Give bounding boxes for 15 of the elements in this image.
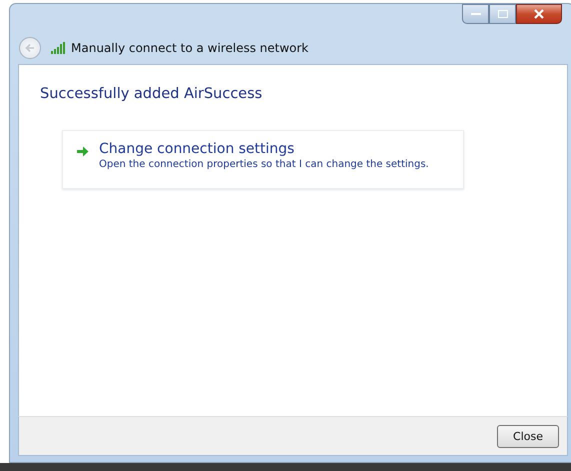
maximize-button[interactable] [489,4,516,24]
main-instruction: Successfully added AirSuccess [40,86,262,102]
command-link[interactable]: Change connection settings Open the connection properties so that I can change the settings. [62,130,464,189]
close-icon [534,9,544,19]
close-button[interactable] [516,4,562,24]
minimize-button[interactable] [462,4,489,24]
back-arrow-icon [24,42,36,54]
maximize-icon [498,10,508,18]
command-link-title: Change connection settings [99,141,296,157]
arrow-icon [77,146,89,157]
minimize-icon [470,12,480,16]
command-link-description: Open the connection properties so that I can change the settings. [99,159,429,170]
close-dialog-button[interactable]: Close [497,424,559,448]
signal-bars-icon [51,42,65,54]
window-title: Manually connect to a wireless network [71,41,309,55]
